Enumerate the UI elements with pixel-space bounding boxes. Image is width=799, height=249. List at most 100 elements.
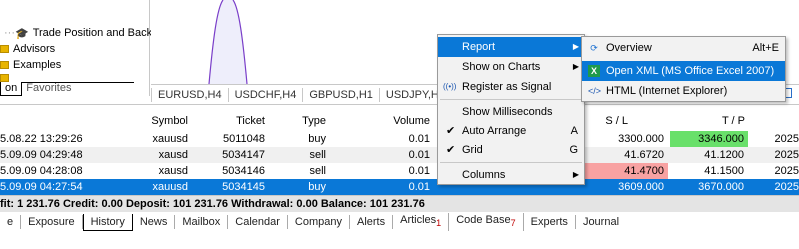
submenu-item-label: Open XML (MS Office Excel 2007) <box>606 65 775 77</box>
tab-news[interactable]: News <box>133 215 176 229</box>
table-row-selected[interactable]: 5.09.09 04:27:54 xauusd 5034145 buy 0.01… <box>0 179 799 195</box>
cell-volume: 0.01 <box>408 181 430 193</box>
tab-history[interactable]: History <box>82 213 133 231</box>
cell-extra: 2025 <box>774 133 799 145</box>
submenu-arrow-icon: ▶ <box>572 170 579 179</box>
articles-count-badge: 1 <box>436 218 442 229</box>
chart-tab[interactable]: GBPUSD,H1 <box>303 87 380 102</box>
shortcut-key: G <box>569 144 578 156</box>
tab-articles-label: Articles <box>400 214 437 227</box>
header-volume[interactable]: Volume <box>330 113 430 129</box>
menu-item-auto-arrange[interactable]: ✔ Auto Arrange A <box>438 121 584 141</box>
submenu-item-overview[interactable]: ⟳ Overview Alt+E <box>582 38 785 58</box>
header-type[interactable]: Type <box>268 113 326 129</box>
menu-item-label: Columns <box>462 169 506 181</box>
header-sl[interactable]: S / L <box>590 113 628 129</box>
menu-item-show-milliseconds[interactable]: Show Milliseconds <box>438 102 584 122</box>
navigator-item-label: Advisors <box>13 43 56 55</box>
navigator-tabs: on Favorites <box>0 82 76 96</box>
cell-tp: 3346.000 <box>670 131 748 147</box>
chart-tab[interactable]: USDCHF,H4 <box>229 87 304 102</box>
html-icon: </> <box>588 86 602 96</box>
submenu-item-label: Overview <box>606 42 652 54</box>
shortcut-key: A <box>570 125 578 137</box>
navigator-item[interactable]: Examples <box>0 57 61 73</box>
folder-icon <box>0 61 9 69</box>
menu-separator <box>440 99 582 100</box>
excel-icon: X <box>588 65 600 77</box>
cell-sl: 3609.000 <box>618 181 664 193</box>
dotted-connector: ··· <box>4 27 15 39</box>
checkmark-icon: ✔ <box>446 125 456 137</box>
table-row[interactable]: 5.08.22 13:29:26 xauusd 5011048 buy 0.01… <box>0 131 799 147</box>
table-header: Symbol Ticket Type Volume S / L T / P <box>0 113 799 129</box>
cell-type: buy <box>308 133 326 145</box>
chart-tabs: EURUSD,H4 USDCHF,H4 GBPUSD,H1 USDJPY,H4 <box>151 84 452 104</box>
tab-trade[interactable]: e <box>0 215 22 229</box>
account-summary: fit: 1 231.76 Credit: 0.00 Deposit: 101 … <box>0 195 799 212</box>
cell-extra: 2025 <box>774 181 799 193</box>
header-symbol[interactable]: Symbol <box>120 113 188 129</box>
table-row[interactable]: 5.09.09 04:29:48 xausd 5034147 sell 0.01… <box>0 147 799 163</box>
cell-type: buy <box>308 181 326 193</box>
menu-item-label: Show Milliseconds <box>462 106 553 118</box>
price-curve <box>208 0 248 85</box>
tab-favorites[interactable]: Favorites <box>22 82 75 96</box>
tab-code-base-label: Code Base <box>456 214 511 227</box>
navigator-item[interactable]: ··· 🎓 Trade Position and Back <box>4 25 152 41</box>
header-tp[interactable]: T / P <box>700 113 745 129</box>
cell-time: 5.09.09 04:27:54 <box>0 181 83 193</box>
tab-exposure[interactable]: Exposure <box>21 215 83 229</box>
cell-tp: 41.1200 <box>704 149 744 161</box>
header-ticket[interactable]: Ticket <box>190 113 265 129</box>
tab-calendar[interactable]: Calendar <box>228 215 288 229</box>
chart-window[interactable] <box>151 0 441 85</box>
navigator-item[interactable]: Advisors <box>0 41 55 57</box>
chart-tab[interactable]: EURUSD,H4 <box>151 87 229 102</box>
cell-extra: 2025 <box>774 149 799 161</box>
tab-code-base[interactable]: Code Base7 <box>449 213 524 231</box>
cell-volume: 0.01 <box>408 133 430 145</box>
tab-alerts[interactable]: Alerts <box>350 215 394 229</box>
cell-ticket: 5034147 <box>222 149 265 161</box>
tab-journal[interactable]: Journal <box>576 215 626 229</box>
tab-navigator[interactable]: on <box>0 82 23 96</box>
cell-ticket: 5034146 <box>222 165 265 177</box>
cell-symbol: xauusd <box>152 133 188 145</box>
menu-item-register-signal[interactable]: ((•)) Register as Signal <box>438 77 584 97</box>
cell-sl: 3300.000 <box>618 133 664 145</box>
tab-experts[interactable]: Experts <box>524 215 576 229</box>
tab-mailbox[interactable]: Mailbox <box>175 215 229 229</box>
menu-item-label: Show on Charts <box>462 61 541 73</box>
cell-time: 5.09.09 04:29:48 <box>0 149 83 161</box>
navigator-item-label: Trade Position and Back <box>32 27 153 39</box>
cell-ticket: 5011048 <box>222 133 265 145</box>
submenu-item-open-xml[interactable]: X Open XML (MS Office Excel 2007) <box>582 61 785 81</box>
table-row[interactable]: 5.09.09 04:28:08 xausd 5034146 sell 0.01… <box>0 163 799 179</box>
tab-company[interactable]: Company <box>288 215 350 229</box>
submenu-item-label: HTML (Internet Explorer) <box>606 85 728 97</box>
navigator-item[interactable] <box>0 73 9 82</box>
signal-icon: ((•)) <box>443 82 457 91</box>
cell-volume: 0.01 <box>408 165 430 177</box>
cell-symbol: xauusd <box>152 181 188 193</box>
menu-item-label: Auto Arrange <box>462 125 527 137</box>
menu-item-show-on-charts[interactable]: Show on Charts ▶ <box>438 57 584 77</box>
cell-ticket: 5034145 <box>222 181 265 193</box>
menu-separator <box>440 162 582 163</box>
tab-articles[interactable]: Articles1 <box>393 213 450 231</box>
menu-item-grid[interactable]: ✔ Grid G <box>438 140 584 160</box>
cell-tp: 3670.000 <box>698 181 744 193</box>
menu-item-label: Register as Signal <box>462 81 552 93</box>
overview-icon: ⟳ <box>590 43 598 53</box>
cell-symbol: xausd <box>158 165 188 177</box>
menu-item-columns[interactable]: Columns ▶ <box>438 165 584 185</box>
cell-time: 5.09.09 04:28:08 <box>0 165 83 177</box>
folder-icon <box>0 73 9 82</box>
context-menu: Report ▶ Show on Charts ▶ ((•)) Register… <box>437 34 585 185</box>
code-base-count-badge: 7 <box>510 218 516 229</box>
submenu-item-html[interactable]: </> HTML (Internet Explorer) <box>582 81 785 101</box>
submenu-arrow-icon: ▶ <box>572 42 579 51</box>
cell-type: sell <box>309 165 326 177</box>
menu-item-report[interactable]: Report ▶ <box>438 37 584 57</box>
